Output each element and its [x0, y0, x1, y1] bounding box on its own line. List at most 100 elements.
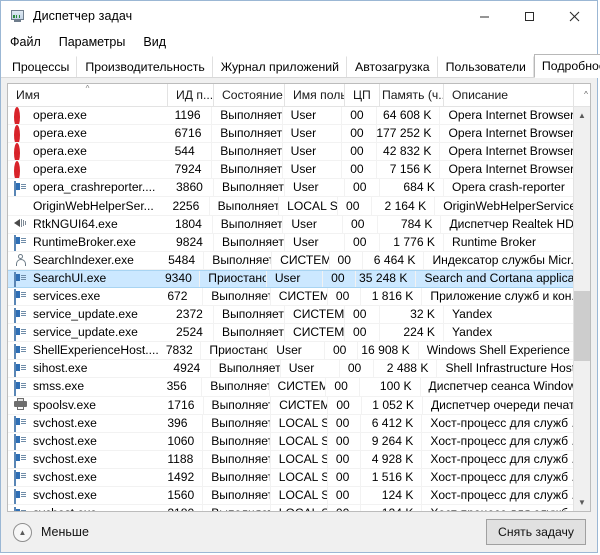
table-row[interactable]: opera_crashreporter.... 3860ВыполняетсяUs… [8, 179, 573, 198]
cell-description: OriginWebHelperService [443, 198, 573, 213]
column-header-description[interactable]: Описание [444, 84, 574, 106]
tab-processes[interactable]: Процессы [4, 56, 78, 77]
scrollbar-thumb[interactable] [574, 290, 590, 361]
table-row[interactable]: RtkNGUI64.exe 1804ВыполняетсяUser00784 K Д… [8, 215, 573, 234]
title-bar: Диспетчер задач [1, 1, 597, 31]
cell-username: LOCAL SE... [271, 505, 328, 511]
cell-cpu: 00 [328, 486, 362, 505]
table-row[interactable]: svchost.exe 1060ВыполняетсяLOCAL SE...009… [8, 432, 573, 451]
table-row[interactable]: smss.exe 356ВыполняетсяСИСТЕМА00100 K Дисп… [8, 378, 573, 397]
cell-pid: 1060 [159, 432, 204, 450]
tab-strip: Процессы Производительность Журнал прило… [1, 52, 600, 78]
scrollbar-track[interactable] [574, 124, 590, 494]
column-header-name[interactable]: Имя ^ [8, 84, 168, 106]
header-scroll-up-icon[interactable]: ^ [574, 84, 590, 106]
cell-status: Выполняется [212, 161, 283, 179]
maximize-icon[interactable] [507, 1, 552, 31]
vertical-scrollbar[interactable]: ▲ ▼ [573, 107, 590, 511]
table-row[interactable]: spoolsv.exe 1716ВыполняетсяСИСТЕМА001 052… [8, 396, 573, 415]
table-row[interactable]: RuntimeBroker.exe 9824ВыполняетсяUser001 … [8, 233, 573, 252]
table-row[interactable]: opera.exe 1196ВыполняетсяUser0064 608 K Op… [8, 107, 573, 126]
table-row[interactable]: svchost.exe 2180ВыполняетсяLOCAL SE...001… [8, 505, 573, 511]
menu-item-view[interactable]: Вид [143, 35, 175, 49]
tab-users[interactable]: Пользователи [438, 56, 534, 77]
column-header-pid[interactable]: ИД п... [168, 84, 214, 106]
tab-performance[interactable]: Производительность [77, 56, 213, 77]
tab-details[interactable]: Подробности [533, 54, 600, 78]
process-rows: opera.exe1196ВыполняетсяUser0064 608 KOp… [8, 107, 573, 511]
cell-cpu: 00 [342, 107, 377, 125]
cell-description: Opera crash-reporter [452, 180, 565, 195]
task-manager-icon [10, 8, 26, 24]
cell-description: Opera Internet Browser [448, 108, 573, 123]
cell-memory: 124 K [361, 505, 423, 511]
column-header-name-label: Имя [16, 88, 40, 102]
cell-pid: 1196 [167, 107, 213, 125]
table-row[interactable]: service_update.exe 2372ВыполняетсяСИСТЕМА… [8, 306, 573, 325]
cell-cpu: 00 [326, 378, 360, 396]
opera-icon [14, 143, 28, 161]
table-row[interactable]: opera.exe 7924ВыполняетсяUser007 156 K Ope… [8, 161, 573, 180]
cell-memory: 42 832 K [377, 143, 441, 161]
minimize-icon[interactable] [462, 1, 507, 31]
cell-process-name: services.exe [8, 288, 159, 306]
cell-process-name: opera.exe [8, 143, 167, 161]
column-header-status[interactable]: Состояние [214, 84, 285, 106]
cell-process-name: service_update.exe [8, 306, 168, 324]
column-header-cpu[interactable]: ЦП [345, 84, 380, 106]
end-task-button[interactable]: Снять задачу [486, 519, 586, 545]
cell-memory: 224 K [380, 324, 444, 342]
cell-process-name: OriginWebHelperSer... [8, 197, 164, 214]
table-row[interactable]: opera.exe 6716ВыполняетсяUser00177 252 K O… [8, 125, 573, 144]
cell-description: Хост-процесс для служб ... [430, 415, 573, 430]
cell-memory: 2 164 K [372, 197, 436, 215]
table-row[interactable]: SearchUI.exe 9340Приостановл...User0035 2… [8, 269, 573, 288]
table-row[interactable]: OriginWebHelperSer... 2256ВыполняетсяLOCA… [8, 197, 573, 216]
process-name-label: RuntimeBroker.exe [33, 234, 136, 249]
cell-process-name: spoolsv.exe [8, 397, 160, 414]
cell-memory: 4 928 K [361, 450, 423, 468]
process-name-label: svchost.exe [33, 415, 97, 430]
table-row[interactable]: svchost.exe 1188ВыполняетсяLOCAL SE...004… [8, 450, 573, 469]
cell-pid: 3860 [168, 179, 214, 197]
cell-username: User [283, 125, 343, 143]
fewer-details-button[interactable]: ▲ Меньше [13, 522, 89, 542]
cell-username: СИСТЕМА [271, 287, 328, 306]
table-row[interactable]: svchost.exe 396ВыполняетсяLOCAL SE...006 … [8, 414, 573, 433]
cell-status: Выполняется [203, 432, 271, 450]
cell-username: LOCAL SE... [271, 450, 328, 468]
table-row[interactable]: opera.exe 544ВыполняетсяUser0042 832 K Ope… [8, 143, 573, 162]
cell-status: Выполняется [212, 125, 283, 143]
cell-description: Хост-процесс для служб ... [430, 451, 573, 466]
cell-pid: 1560 [159, 486, 204, 505]
table-row[interactable]: sihost.exe 4924ВыполняетсяUser002 488 K Sh… [8, 360, 573, 379]
cell-process-name: svchost.exe [8, 505, 159, 511]
cell-pid: 1804 [167, 215, 213, 233]
scroll-up-icon[interactable]: ▲ [574, 107, 590, 124]
menu-item-options[interactable]: Параметры [59, 35, 135, 49]
table-row[interactable]: svchost.exe 1492ВыполняетсяLOCAL SE...001… [8, 468, 573, 487]
table-row[interactable]: SearchIndexer.exe 5484ВыполняетсяСИСТЕМА0… [8, 251, 573, 270]
table-row[interactable]: services.exe 672ВыполняетсяСИСТЕМА001 816… [8, 287, 573, 307]
generic-exe-icon [14, 180, 28, 197]
person-icon [14, 253, 28, 267]
cell-status: Выполняется [212, 143, 283, 161]
table-row[interactable]: service_update.exe 2524ВыполняетсяСИСТЕМА… [8, 324, 573, 343]
tab-app-history[interactable]: Журнал приложений [213, 56, 348, 77]
cell-cpu: 00 [345, 179, 380, 197]
cell-cpu: 00 [323, 270, 357, 287]
table-row[interactable]: ShellExperienceHost....7832Приостановл..… [8, 342, 573, 361]
column-header-memory[interactable]: Память (ч... [380, 84, 444, 106]
process-name-label: smss.exe [33, 379, 85, 394]
close-icon[interactable] [552, 1, 597, 31]
column-header-username[interactable]: Имя польз... [285, 84, 345, 106]
table-row[interactable]: svchost.exe 1560ВыполняетсяLOCAL SE...001… [8, 486, 573, 506]
cell-pid: 9824 [168, 233, 214, 251]
cell-pid: 2372 [168, 306, 214, 324]
cell-status: Выполняется [203, 505, 271, 511]
tab-startup[interactable]: Автозагрузка [347, 56, 438, 77]
scroll-down-icon[interactable]: ▼ [574, 494, 590, 511]
menu-item-file[interactable]: Файл [10, 35, 50, 49]
cell-status: Выполняется [214, 324, 285, 342]
cell-status: Выполняется [214, 233, 285, 251]
